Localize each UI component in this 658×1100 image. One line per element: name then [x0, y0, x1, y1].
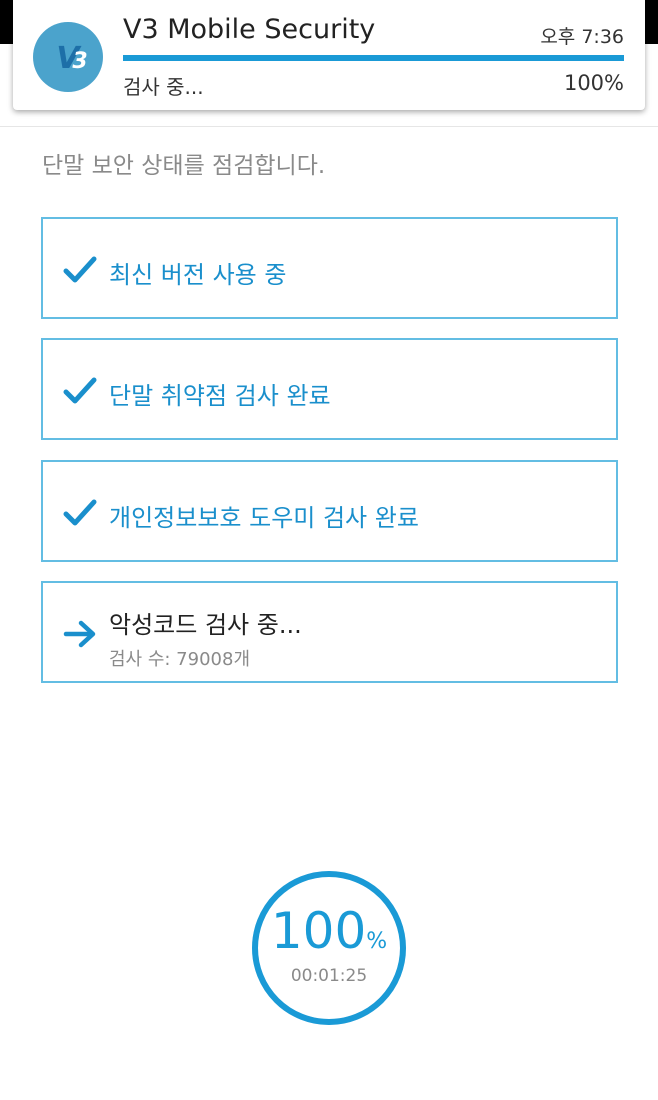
- scan-percent-unit: %: [366, 929, 388, 954]
- notification-progress-fill: [123, 55, 624, 61]
- v3-logo-icon: V 3: [33, 22, 103, 92]
- check-icon: [63, 256, 97, 283]
- scan-percent: 100%: [251, 906, 407, 956]
- check-item-label: 단말 취약점 검사 완료: [109, 382, 331, 410]
- notification-progress-bar: [123, 55, 624, 61]
- check-item-latest-version: 최신 버전 사용 중: [41, 217, 618, 319]
- check-item-vulnerability: 단말 취약점 검사 완료: [41, 338, 618, 440]
- check-item-label: 최신 버전 사용 중: [109, 261, 287, 289]
- notification-time: 오후 7:36: [540, 26, 624, 48]
- notification-percent: 100%: [563, 71, 624, 95]
- arrow-right-icon: [63, 620, 96, 648]
- check-item-malware-scan: 악성코드 검사 중... 검사 수: 79008개: [41, 581, 618, 683]
- check-icon: [63, 499, 97, 526]
- check-item-privacy-helper: 개인정보보호 도우미 검사 완료: [41, 460, 618, 562]
- notification-status: 검사 중...: [123, 75, 204, 99]
- scan-progress-ring: 100% 00:01:25: [251, 870, 407, 1026]
- header-divider: [0, 126, 658, 127]
- check-icon: [63, 377, 97, 404]
- scan-count: 검사 수: 79008개: [109, 649, 251, 670]
- check-item-label: 악성코드 검사 중...: [109, 611, 302, 639]
- notification-title: V3 Mobile Security: [123, 14, 376, 45]
- check-item-label: 개인정보보호 도우미 검사 완료: [109, 504, 419, 532]
- scan-percent-value: 100: [270, 902, 367, 960]
- scan-elapsed-time: 00:01:25: [290, 966, 368, 986]
- scan-notification[interactable]: V 3 V3 Mobile Security 오후 7:36 검사 중... 1…: [13, 0, 645, 110]
- page-title: 단말 보안 상태를 점검합니다.: [42, 153, 326, 179]
- svg-text:3: 3: [72, 49, 87, 74]
